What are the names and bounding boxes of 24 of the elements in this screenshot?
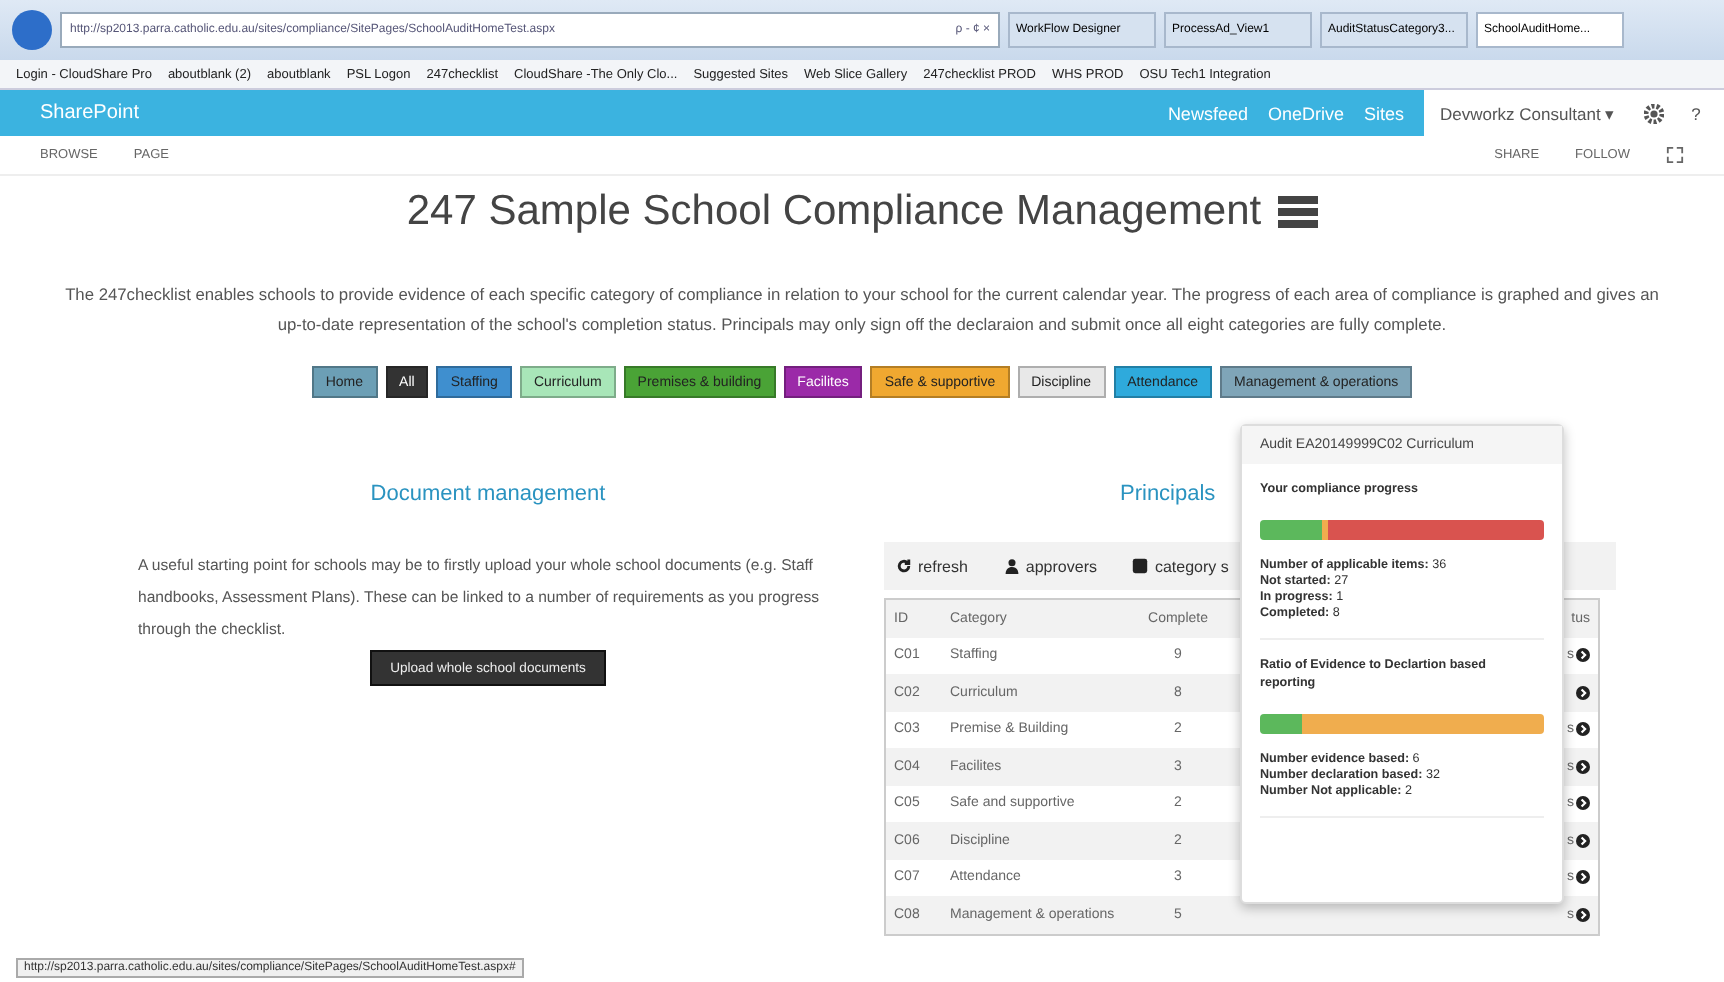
page-title: 247 Sample School Compliance Management [406, 188, 1262, 236]
arrow-circle-icon [1576, 870, 1590, 885]
arrow-circle-icon [1576, 759, 1590, 774]
arrow-circle-icon [1576, 648, 1590, 663]
server-icon [1277, 196, 1318, 228]
arrow-circle-icon [1576, 722, 1590, 737]
arrow-circle-icon [1576, 685, 1590, 700]
settings-icon[interactable] [1643, 103, 1664, 123]
arrow-circle-icon [1576, 907, 1590, 922]
brand-label: SharePoint [40, 102, 141, 124]
toolbar-button[interactable]: approvers [1003, 557, 1097, 575]
toolbar-button[interactable]: category s [1132, 557, 1229, 575]
person-icon [1003, 558, 1020, 574]
arrow-circle-icon [1576, 796, 1590, 811]
arrow-circle-icon [1576, 833, 1590, 848]
help-button[interactable]: ? [1691, 103, 1701, 123]
description-text: The 247checklist enables schools to provide evidence of each specific category of compliance in relation to your school for the current calendar year. The progress of each area of compliance is graphed and gives an up-to-date representation of the school's completion status. Principals may only sign off the declaraion and submit once all eight categories are fully complete. [63, 282, 1661, 338]
back-button[interactable] [12, 10, 52, 50]
section-heading: Document management [370, 482, 606, 506]
section-heading: Principals [1120, 482, 1216, 506]
refresh-icon [896, 558, 912, 574]
focus-icon[interactable] [1666, 146, 1684, 164]
user-menu[interactable]: Devworkz Consultant ▾ [1440, 103, 1616, 123]
toolbar-button[interactable]: refresh [896, 557, 968, 575]
